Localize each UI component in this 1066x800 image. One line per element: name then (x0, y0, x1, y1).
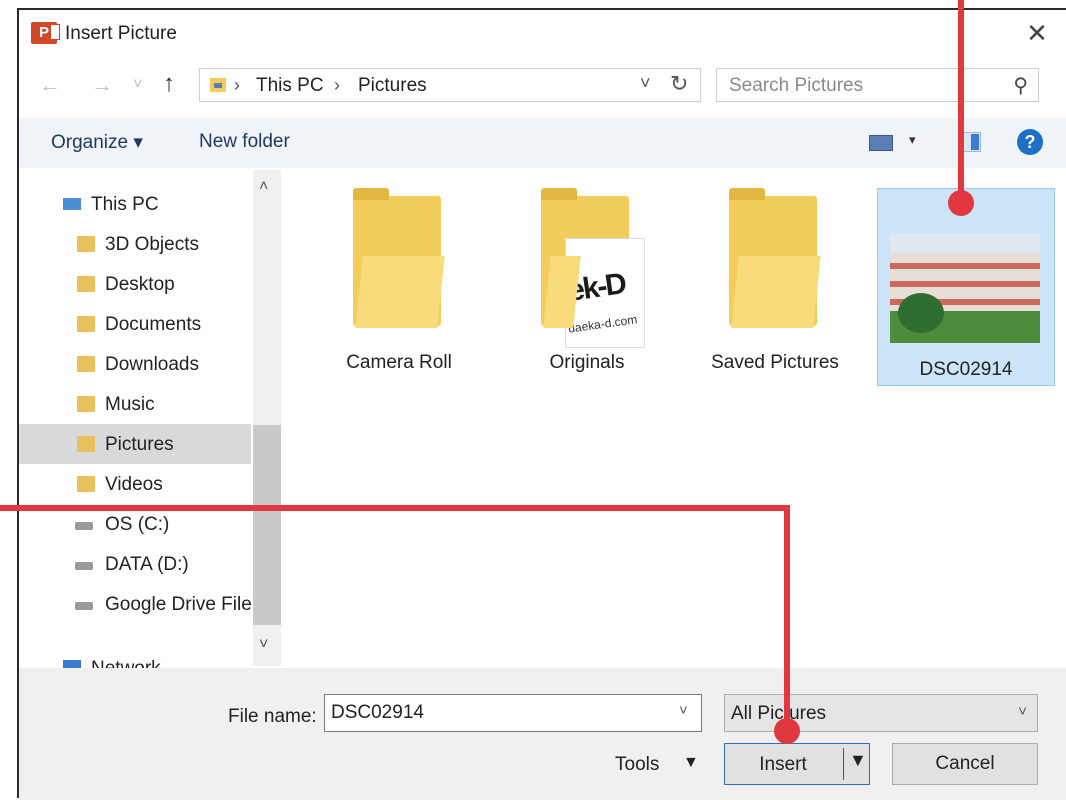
folder-icon (353, 188, 445, 328)
pictures-folder-icon (210, 78, 226, 92)
folder-icon (77, 476, 95, 492)
drive-icon (75, 562, 93, 570)
navigation-pane: This PC 3D Objects Desktop Documents Dow… (19, 170, 281, 668)
sidebar-item-data-d[interactable]: DATA (D:) (19, 544, 251, 584)
sidebar-item-google-drive[interactable]: Google Drive File (19, 584, 251, 624)
callout-line-image (958, 0, 964, 202)
sidebar-item-pictures[interactable]: Pictures (19, 424, 251, 464)
folder-icon (77, 396, 95, 412)
tile-label: DSC02914 (919, 359, 1013, 380)
file-name-label: File name: (228, 706, 317, 727)
sidebar-item-label: Desktop (105, 274, 175, 295)
search-box[interactable]: Search Pictures ⚲ (716, 68, 1039, 102)
insert-button-label: Insert (759, 754, 807, 775)
drive-icon (75, 602, 93, 610)
drive-icon (75, 522, 93, 530)
cancel-button[interactable]: Cancel (892, 743, 1038, 785)
help-icon[interactable]: ? (1017, 129, 1043, 155)
breadcrumb-this-pc[interactable]: This PC (256, 75, 324, 97)
folder-preview-image: ek-D daeka-d.com (565, 238, 645, 348)
sidebar-item-label: Documents (105, 314, 202, 335)
tools-button[interactable]: Tools (615, 754, 659, 776)
sidebar-scrollbar[interactable]: ˄ ˅ (253, 170, 281, 666)
folder-icon (729, 188, 821, 328)
sidebar-item-documents[interactable]: Documents (19, 304, 251, 344)
folder-icon (77, 276, 95, 292)
address-dropdown-icon[interactable]: ˅ (640, 73, 651, 94)
sidebar-item-network[interactable]: Network (19, 648, 251, 668)
sidebar-item-3d-objects[interactable]: 3D Objects (19, 224, 251, 264)
organize-button[interactable]: Organize ▾ (51, 131, 143, 154)
tile-label: Originals (549, 352, 625, 373)
sidebar-item-label: OS (C:) (105, 514, 170, 535)
sidebar-item-label: Videos (105, 474, 163, 495)
file-list: Camera Roll ek-D daeka-d.com Originals S… (285, 170, 1066, 666)
back-arrow-icon[interactable]: ← (39, 72, 61, 98)
file-name-dropdown-icon[interactable]: ˅ (679, 702, 688, 719)
sidebar-item-label: This PC (91, 194, 159, 215)
forward-arrow-icon[interactable]: → (91, 72, 113, 98)
sidebar-item-downloads[interactable]: Downloads (19, 344, 251, 384)
search-input[interactable]: Search Pictures (729, 75, 863, 97)
image-thumbnail (890, 233, 1040, 343)
folder-icon (77, 236, 95, 252)
sidebar-item-label: Google Drive File (105, 594, 251, 615)
network-icon (63, 660, 81, 668)
new-folder-button[interactable]: New folder (199, 131, 290, 153)
scroll-down-icon[interactable]: ˅ (259, 636, 268, 654)
folder-tile-originals[interactable]: ek-D daeka-d.com Originals (499, 180, 675, 376)
insert-button[interactable]: Insert ▼ (724, 743, 870, 785)
tile-label: Saved Pictures (711, 352, 839, 373)
image-tile-dsc02914[interactable]: DSC02914 (877, 188, 1055, 386)
breadcrumb-pictures[interactable]: Pictures (358, 75, 427, 97)
title-bar: P Insert Picture ✕ (19, 10, 1066, 56)
tools-dropdown-icon[interactable]: ▼ (683, 754, 699, 772)
folder-icon: ek-D daeka-d.com (541, 188, 645, 348)
refresh-icon[interactable]: ↻ (670, 71, 688, 97)
folder-tile-camera-roll[interactable]: Camera Roll (311, 180, 487, 376)
powerpoint-icon: P (31, 22, 60, 44)
callout-line-insert (784, 505, 790, 731)
sidebar-item-videos[interactable]: Videos (19, 464, 251, 504)
close-button[interactable]: ✕ (1022, 18, 1052, 48)
sidebar-item-label: 3D Objects (105, 234, 199, 255)
callout-dot-image (948, 190, 974, 216)
sidebar-item-label: Music (105, 394, 155, 415)
recent-locations-icon[interactable]: ˅ (133, 76, 142, 94)
navigation-bar: ← → ˅ ↑ › This PC › Pictures ˅ ↻ Search … (19, 66, 1066, 106)
change-view-icon[interactable] (869, 135, 893, 151)
dialog-title: Insert Picture (65, 23, 177, 44)
sidebar-item-label: DATA (D:) (105, 554, 189, 575)
insert-options-dropdown-icon[interactable]: ▼ (849, 750, 867, 771)
tile-label: Camera Roll (346, 352, 452, 373)
search-icon[interactable]: ⚲ (1013, 73, 1028, 98)
sidebar-item-music[interactable]: Music (19, 384, 251, 424)
breadcrumb-separator-icon: › (234, 75, 240, 95)
address-bar[interactable]: › This PC › Pictures ˅ ↻ (199, 68, 701, 102)
folder-icon (77, 316, 95, 332)
callout-line-horizontal (0, 505, 790, 511)
sidebar-item-this-pc[interactable]: This PC (19, 184, 251, 224)
file-type-select[interactable]: All Pictures ˅ (724, 694, 1038, 732)
chevron-down-icon: ˅ (1018, 703, 1027, 720)
scroll-thumb[interactable] (253, 425, 281, 625)
callout-dot-insert (774, 718, 800, 744)
view-dropdown-icon[interactable]: ▾ (909, 132, 916, 148)
sidebar-item-desktop[interactable]: Desktop (19, 264, 251, 304)
dialog-footer: File name: ˅ All Pictures ˅ Tools ▼ Inse… (19, 668, 1066, 800)
folder-tile-saved-pictures[interactable]: Saved Pictures (687, 180, 863, 376)
folder-icon (77, 436, 95, 452)
sidebar-item-label: Pictures (105, 434, 174, 455)
sidebar-item-label: Network (91, 658, 161, 668)
split-divider (843, 748, 844, 780)
command-toolbar: Organize ▾ New folder ▾ ? (19, 118, 1066, 168)
breadcrumb-separator-icon: › (334, 75, 340, 95)
insert-picture-dialog: P Insert Picture ✕ ← → ˅ ↑ › This PC › P… (17, 8, 1066, 800)
up-arrow-icon[interactable]: ↑ (163, 70, 175, 98)
computer-icon (63, 198, 81, 210)
scroll-up-icon[interactable]: ˄ (259, 178, 268, 196)
folder-icon (77, 356, 95, 372)
file-name-input[interactable] (324, 694, 702, 732)
sidebar-item-label: Downloads (105, 354, 199, 375)
